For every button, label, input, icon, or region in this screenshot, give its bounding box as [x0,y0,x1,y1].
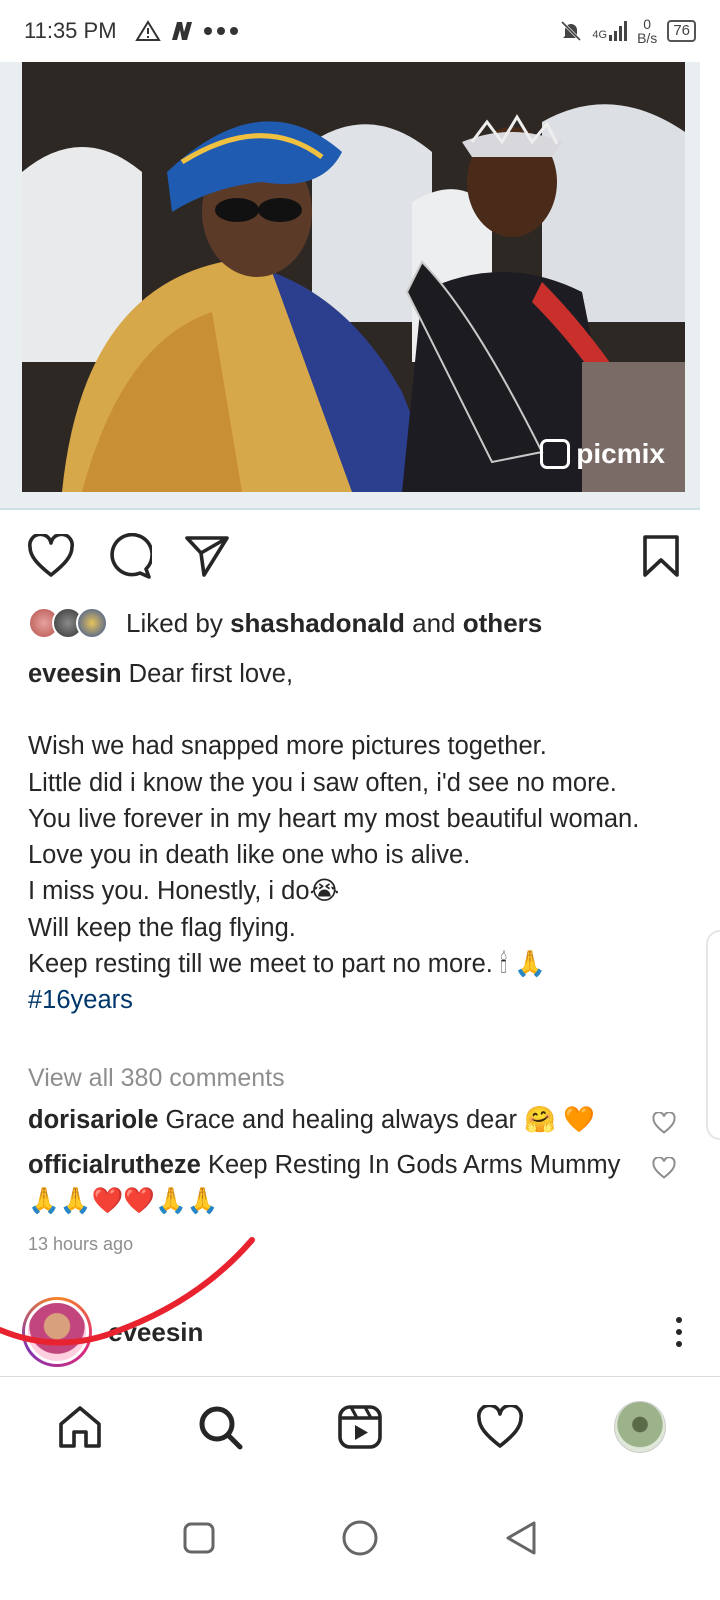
photo-illustration [22,62,685,492]
caption-line: You live forever in my heart my most bea… [28,804,640,833]
caption-hashtag[interactable]: #16years [28,982,678,1018]
picmix-logo-icon [540,439,571,469]
comment-username[interactable]: officialrutheze [28,1151,201,1179]
liked-by-joiner: and [412,607,456,638]
battery-indicator: 76 [667,20,696,42]
share-icon[interactable] [182,531,232,581]
comment-like-icon[interactable] [652,1153,676,1189]
bottom-navigation [0,1376,720,1476]
caption-line: Wish we had snapped more pictures togeth… [28,732,547,761]
view-all-comments-link[interactable]: View all 380 comments [28,1064,285,1093]
caption-first-line: Dear first love, [128,660,294,688]
notification-icons [134,20,239,42]
activity-heart-icon[interactable] [465,1392,535,1462]
status-bar: 11:35 PM 4G 0 B/s 76 [0,0,720,62]
caption-username[interactable]: eveesin [28,660,122,688]
reels-icon[interactable] [325,1392,395,1462]
back-triangle-icon[interactable] [504,1520,538,1556]
status-time: 11:35 PM [24,18,117,43]
avatar [614,1400,666,1453]
system-icons: 4G 0 B/s 76 [560,17,696,45]
post-caption: eveesin Dear first love, Wish we had sna… [28,656,678,1019]
comment-username[interactable]: dorisariole [28,1106,158,1134]
comment-item: officialrutheze Keep Resting In Gods Arm… [28,1147,676,1219]
liker-avatars [28,607,108,639]
profile-tab[interactable] [605,1392,675,1462]
signal-icon [609,21,628,41]
comment-like-icon[interactable] [652,1108,676,1144]
caption-line: Will keep the flag flying. [28,913,296,942]
comment-icon[interactable] [104,531,154,581]
bookmark-icon[interactable] [636,531,686,581]
picmix-watermark: picmix [540,438,665,470]
liked-by-user[interactable]: shashadonald [230,608,405,639]
search-icon[interactable] [185,1392,255,1462]
post-actions [26,530,686,582]
likes-summary[interactable]: Liked by shashadonald and others [28,607,542,639]
signal-indicator: 4G [592,21,628,41]
more-dots-icon [203,27,238,35]
post-image[interactable]: picmix [22,62,685,492]
comment-item: dorisariole Grace and healing always dea… [28,1102,676,1138]
avatar [76,607,108,639]
comment-text: Grace and healing always dear 🤗 🧡 [165,1106,595,1134]
post-image-frame: picmix [0,62,700,510]
caption-line: Keep resting till we meet to part no mor… [28,950,547,979]
heart-icon[interactable] [26,531,76,581]
caption-line: Little did i know the you i saw often, i… [28,768,617,797]
data-speed: 0 B/s [637,16,658,46]
caption-line: Love you in death like one who is alive. [28,841,471,870]
system-navigation-bar [0,1476,720,1600]
edge-panel-handle[interactable] [706,930,720,1140]
home-circle-icon[interactable] [341,1519,379,1557]
mute-bell-icon [561,20,582,42]
liked-by-others[interactable]: others [463,608,542,639]
liked-by-text: Liked by [126,607,223,638]
recents-square-icon[interactable] [182,1521,216,1555]
red-annotation-stroke [0,1237,255,1346]
network-type: 4G [592,29,608,41]
app-n-icon [171,22,192,40]
caption-line: I miss you. Honestly, i do😭 [28,877,340,906]
more-options-icon[interactable] [676,1317,682,1347]
warning-icon [134,20,161,41]
home-icon[interactable] [45,1392,115,1462]
